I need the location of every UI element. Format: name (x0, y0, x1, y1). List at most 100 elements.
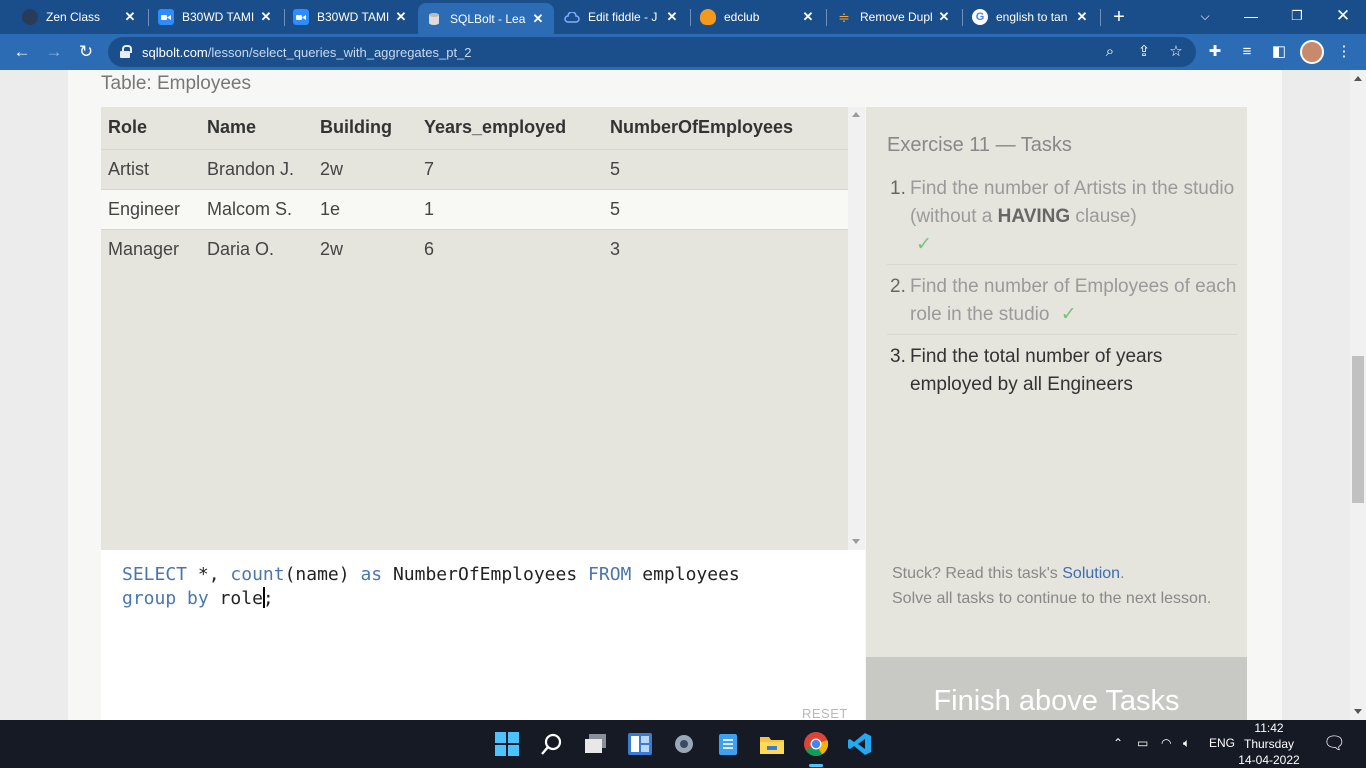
tab-title: SQLBolt - Lea (450, 11, 526, 26)
lock-icon (120, 45, 132, 58)
back-arrow-icon[interactable]: ← (8, 39, 36, 65)
tab-remove-duplicates[interactable]: ≑ Remove Dupl ✕ (828, 2, 960, 32)
checkmark-icon: ✓ (916, 234, 932, 255)
close-tab-icon[interactable]: ✕ (393, 9, 409, 25)
bookmark-star-icon[interactable]: ☆ (1164, 40, 1188, 64)
sql-text: (name) (284, 564, 361, 585)
battery-icon[interactable]: ▭ (1137, 736, 1148, 750)
notepad-icon[interactable] (712, 728, 744, 760)
tab-sqlbolt[interactable]: SQLBolt - Lea ✕ (418, 3, 554, 34)
notification-center-icon[interactable]: 🗨︎ (1323, 733, 1346, 754)
close-tab-icon[interactable]: ✕ (122, 9, 138, 25)
close-tab-icon[interactable]: ✕ (664, 9, 680, 25)
address-bar[interactable]: sqlbolt.com/lesson/select_queries_with_a… (108, 37, 1196, 67)
reading-list-icon[interactable]: ≡ (1235, 40, 1259, 64)
table-cell: 1 (417, 188, 603, 229)
table-caption: Table: Employees (101, 73, 251, 94)
close-tab-icon[interactable]: ✕ (936, 9, 952, 25)
tab-title: B30WD TAMI (317, 10, 390, 24)
table-row: Manager Daria O. 2w 6 3 (101, 228, 848, 269)
column-header: Name (207, 117, 257, 138)
windows-taskbar: ⌃ ▭ ◠ 🔈︎ ENG 11:42 Thursday 14-04-2022 🗨… (0, 720, 1366, 768)
system-clock[interactable]: 11:42 Thursday 14-04-2022 (1236, 720, 1302, 768)
task-text: Find the total number of years employed … (910, 346, 1163, 395)
table-cell: Malcom S. (200, 188, 313, 229)
task-item-1: 1. Find the number of Artists in the stu… (887, 175, 1237, 265)
reset-button[interactable]: RESET (802, 706, 848, 720)
tab-zoom-2[interactable]: B30WD TAMI ✕ (285, 2, 417, 32)
file-explorer-folder-icon[interactable] (756, 728, 788, 760)
column-header: Role (108, 117, 148, 138)
active-app-indicator (809, 764, 823, 767)
table-row: Artist Brandon J. 2w 7 5 (101, 148, 848, 189)
url-text[interactable]: sqlbolt.com/lesson/select_queries_with_a… (142, 45, 472, 60)
table-cell: 3 (603, 228, 848, 269)
tab-zoom-1[interactable]: B30WD TAMI ✕ (150, 2, 282, 32)
sql-editor[interactable]: SELECT *, count(name) as NumberOfEmploye… (101, 550, 865, 720)
zen-class-favicon-icon (22, 9, 38, 25)
sql-keyword: group (122, 588, 177, 609)
close-window-button[interactable]: ✕ (1320, 0, 1366, 32)
search-icon[interactable] (536, 728, 568, 760)
chrome-icon[interactable] (800, 728, 832, 760)
tab-title: B30WD TAMI (182, 10, 255, 24)
scroll-down-arrow-icon[interactable] (1354, 709, 1362, 714)
sql-text: *, (187, 564, 231, 585)
reload-icon[interactable]: ↻ (72, 39, 100, 65)
windows-start-icon[interactable] (491, 728, 523, 760)
show-hidden-icons-chevron-up-icon[interactable]: ⌃ (1113, 736, 1123, 750)
new-tab-button[interactable]: + (1108, 4, 1130, 30)
tab-zen-class[interactable]: Zen Class ✕ (14, 2, 146, 32)
close-tab-icon[interactable]: ✕ (1074, 9, 1090, 25)
tab-search-chevron-down-icon[interactable]: ⌵ (1182, 0, 1228, 32)
help-line: Solve all tasks to continue to the next … (892, 590, 1212, 607)
column-header: NumberOfEmployees (610, 117, 794, 138)
volume-speaker-icon[interactable]: 🔈︎ (1183, 736, 1190, 751)
close-tab-icon[interactable]: ✕ (530, 11, 546, 27)
profile-avatar[interactable] (1300, 40, 1324, 64)
google-favicon-icon: G (972, 9, 988, 25)
tab-google-translate[interactable]: G english to tan ✕ (964, 2, 1098, 32)
side-panel-icon[interactable]: ◧ (1267, 40, 1291, 64)
tab-edclub[interactable]: edclub ✕ (692, 2, 824, 32)
extensions-puzzle-icon[interactable]: ✚ (1203, 40, 1227, 64)
finish-tasks-button[interactable]: Finish above Tasks (866, 657, 1247, 720)
table-cell: 2w (313, 148, 417, 189)
database-favicon-icon (426, 11, 442, 27)
sql-text: role (208, 588, 263, 609)
results-table: Role Name Building Years_employed Number… (101, 107, 848, 269)
zoom-magnifier-icon[interactable]: ⌕ (1098, 40, 1122, 64)
checkmark-icon: ✓ (1060, 304, 1077, 325)
widgets-icon[interactable] (624, 728, 656, 760)
restore-button[interactable]: ❐ (1274, 0, 1320, 32)
sql-text: NumberOfEmployees (382, 564, 589, 585)
minimize-button[interactable]: — (1228, 0, 1274, 32)
language-indicator[interactable]: ENG (1209, 736, 1235, 750)
wifi-icon[interactable]: ◠ (1161, 736, 1171, 750)
tab-jsfiddle[interactable]: Edit fiddle - J ✕ (556, 2, 688, 32)
scroll-up-arrow-icon[interactable] (1354, 76, 1362, 81)
share-icon[interactable]: ⇪ (1132, 40, 1156, 64)
task-number: 2. (890, 276, 906, 297)
scroll-down-arrow-icon[interactable] (852, 539, 860, 544)
help-suffix: . (1120, 565, 1125, 582)
forward-arrow-icon[interactable]: → (40, 39, 68, 65)
close-tab-icon[interactable]: ✕ (800, 9, 816, 25)
scrollbar-thumb[interactable] (1352, 356, 1364, 503)
settings-gear-icon[interactable] (668, 728, 700, 760)
table-cell: Artist (101, 148, 200, 189)
task-number: 1. (890, 178, 906, 199)
stack-favicon-icon: ≑ (838, 8, 850, 25)
exercise-title: Exercise 11 — Tasks (887, 134, 1072, 156)
menu-kebab-icon[interactable]: ⋮ (1332, 40, 1356, 64)
solution-link[interactable]: Solution (1062, 565, 1120, 582)
sql-code[interactable]: SELECT *, count(name) as NumberOfEmploye… (122, 563, 740, 611)
page-scrollbar[interactable] (1350, 70, 1366, 720)
results-scrollbar[interactable] (848, 107, 865, 550)
scroll-up-arrow-icon[interactable] (852, 112, 860, 117)
vscode-icon[interactable] (844, 728, 876, 760)
sql-keyword: FROM (588, 564, 632, 585)
task-view-icon[interactable] (580, 728, 612, 760)
close-tab-icon[interactable]: ✕ (258, 9, 274, 25)
